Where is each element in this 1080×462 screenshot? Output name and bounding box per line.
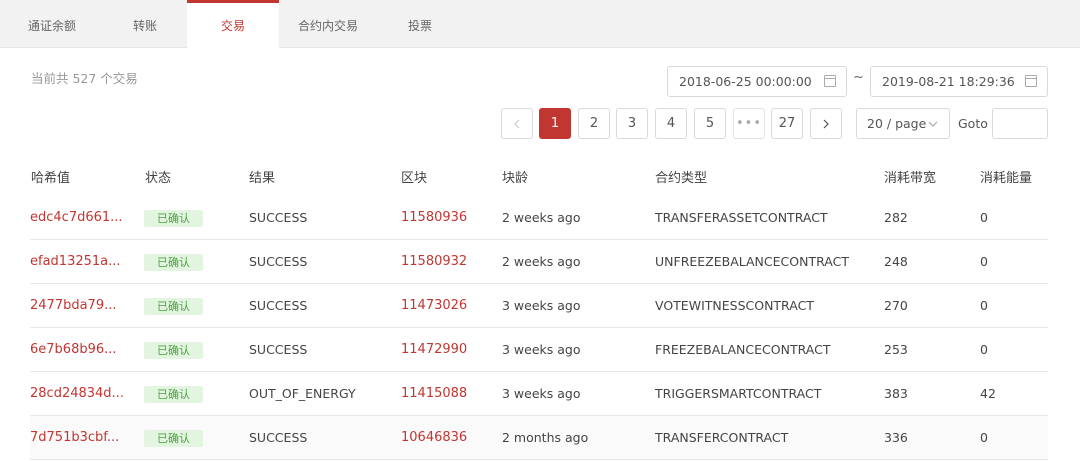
energy-value: 0 (980, 430, 988, 445)
block-link[interactable]: 11580932 (401, 240, 467, 284)
result-text: SUCCESS (249, 342, 308, 357)
tab-bar: 通证余额 转账 交易 合约内交易 投票 (0, 0, 1080, 49)
age-text: 2 months ago (502, 430, 589, 445)
block-link[interactable]: 11473026 (401, 284, 467, 328)
page-3-button[interactable]: 3 (616, 108, 648, 139)
result-text: SUCCESS (249, 254, 308, 269)
contract-type-text: FREEZEBALANCECONTRACT (655, 342, 831, 357)
page-4-button[interactable]: 4 (655, 108, 687, 139)
block-link[interactable]: 11580936 (401, 196, 467, 240)
block-link[interactable]: 10646836 (401, 416, 467, 460)
table-row: 2477bda79... 已确认 SUCCESS 11473026 3 week… (30, 284, 1048, 328)
page-2-button[interactable]: 2 (578, 108, 610, 139)
tx-hash-link[interactable]: 6e7b68b96... (30, 328, 117, 372)
bandwidth-value: 270 (884, 298, 908, 313)
next-page-button[interactable] (810, 108, 842, 139)
date-range-separator: ~ (853, 70, 864, 85)
end-date-picker[interactable]: 2019-08-21 18:29:36 (870, 66, 1048, 97)
start-date-value: 2018-06-25 00:00:00 (679, 74, 812, 89)
more-pages-button[interactable]: ••• (733, 108, 765, 139)
tab-transfers[interactable]: 转账 (104, 0, 186, 48)
block-link[interactable]: 11472990 (401, 328, 467, 372)
contract-type-text: TRIGGERSMARTCONTRACT (655, 386, 822, 401)
tab-internal-transactions[interactable]: 合约内交易 (279, 0, 377, 48)
page-5-button[interactable]: 5 (694, 108, 726, 139)
bandwidth-value: 383 (884, 386, 908, 401)
bandwidth-value: 336 (884, 430, 908, 445)
table-row: efad13251a... 已确认 SUCCESS 11580932 2 wee… (30, 240, 1048, 284)
age-text: 2 weeks ago (502, 254, 581, 269)
status-badge: 已确认 (144, 210, 203, 227)
result-text: SUCCESS (249, 430, 308, 445)
chevron-right-icon (823, 119, 829, 129)
contract-type-text: UNFREEZEBALANCECONTRACT (655, 254, 849, 269)
result-text: SUCCESS (249, 298, 308, 313)
chevron-left-icon (514, 119, 520, 129)
calendar-icon (824, 75, 836, 87)
chevron-down-icon (928, 121, 938, 127)
tx-hash-link[interactable]: 7d751b3cbf... (30, 416, 119, 460)
goto-page-input[interactable] (992, 108, 1048, 139)
column-header-age: 块龄 (502, 171, 529, 186)
page-size-select[interactable]: 20 / page (856, 108, 950, 139)
prev-page-button[interactable] (501, 108, 533, 139)
energy-value: 0 (980, 342, 988, 357)
age-text: 2 weeks ago (502, 210, 581, 225)
transaction-count: 当前共 527 个交易 (31, 71, 138, 86)
table-row: 6e7b68b96... 已确认 SUCCESS 11472990 3 week… (30, 328, 1048, 372)
column-header-result: 结果 (249, 171, 276, 186)
bandwidth-value: 282 (884, 210, 908, 225)
column-header-block: 区块 (401, 171, 428, 186)
tx-hash-link[interactable]: edc4c7d661... (30, 196, 123, 240)
status-badge: 已确认 (144, 386, 203, 403)
page-1-button[interactable]: 1 (539, 108, 571, 139)
column-header-contract-type: 合约类型 (655, 171, 708, 186)
page-27-button[interactable]: 27 (771, 108, 803, 139)
status-badge: 已确认 (144, 298, 203, 315)
tab-transactions[interactable]: 交易 (187, 0, 279, 49)
tx-hash-link[interactable]: 28cd24834d... (30, 372, 124, 416)
status-badge: 已确认 (144, 342, 203, 359)
goto-label: Goto (958, 116, 988, 131)
calendar-icon (1025, 75, 1037, 87)
bandwidth-value: 248 (884, 254, 908, 269)
energy-value: 0 (980, 298, 988, 313)
energy-value: 42 (980, 386, 996, 401)
energy-value: 0 (980, 254, 988, 269)
tx-hash-link[interactable]: efad13251a... (30, 240, 121, 284)
energy-value: 0 (980, 210, 988, 225)
page-size-value: 20 / page (867, 116, 927, 131)
table-row: edc4c7d661... 已确认 SUCCESS 11580936 2 wee… (30, 196, 1048, 240)
tab-token-balance[interactable]: 通证余额 (0, 0, 104, 48)
block-link[interactable]: 11415088 (401, 372, 467, 416)
status-badge: 已确认 (144, 430, 203, 447)
column-header-status: 状态 (145, 171, 172, 186)
age-text: 3 weeks ago (502, 298, 581, 313)
column-header-energy: 消耗能量 (980, 171, 1033, 186)
tx-hash-link[interactable]: 2477bda79... (30, 284, 117, 328)
contract-type-text: TRANSFERASSETCONTRACT (655, 210, 828, 225)
age-text: 3 weeks ago (502, 386, 581, 401)
column-header-hash: 哈希值 (31, 171, 71, 186)
result-text: SUCCESS (249, 210, 308, 225)
result-text: OUT_OF_ENERGY (249, 386, 356, 401)
age-text: 3 weeks ago (502, 342, 581, 357)
start-date-picker[interactable]: 2018-06-25 00:00:00 (667, 66, 847, 97)
column-header-bandwidth: 消耗带宽 (884, 171, 937, 186)
tab-votes[interactable]: 投票 (377, 0, 463, 48)
table-row: 28cd24834d... 已确认 OUT_OF_ENERGY 11415088… (30, 372, 1048, 416)
table-row: 7d751b3cbf... 已确认 SUCCESS 10646836 2 mon… (30, 416, 1048, 460)
bandwidth-value: 253 (884, 342, 908, 357)
contract-type-text: VOTEWITNESSCONTRACT (655, 298, 814, 313)
contract-type-text: TRANSFERCONTRACT (655, 430, 789, 445)
end-date-value: 2019-08-21 18:29:36 (882, 74, 1015, 89)
status-badge: 已确认 (144, 254, 203, 271)
